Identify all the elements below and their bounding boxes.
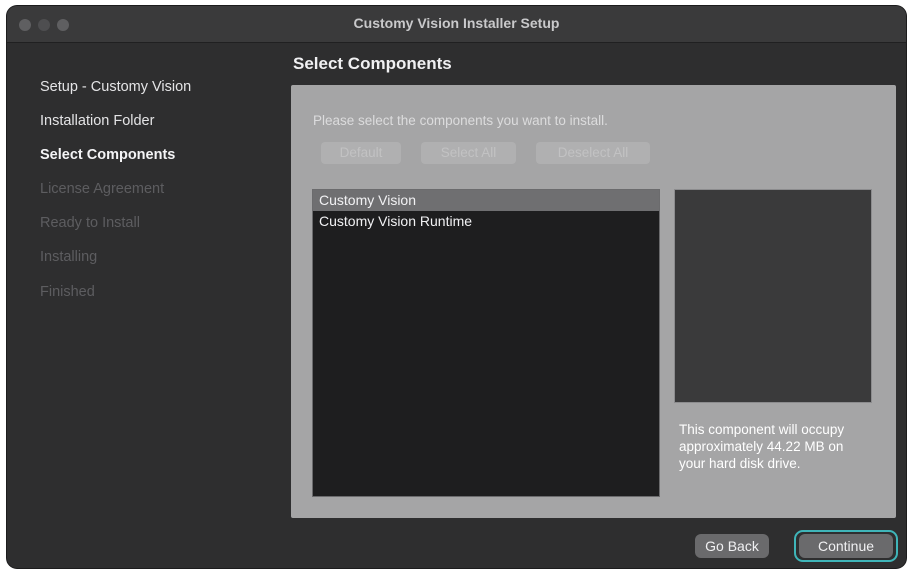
component-description-box xyxy=(674,189,872,403)
sidebar-item-installing: Installing xyxy=(40,249,98,265)
component-size-description: This component will occupy approximately… xyxy=(679,422,845,471)
sidebar-item-select-components: Select Components xyxy=(40,147,176,163)
sidebar-item-license-agreement: License Agreement xyxy=(40,181,165,197)
list-item[interactable]: Customy Vision xyxy=(313,190,659,211)
steps-sidebar: Setup - Customy Vision Installation Fold… xyxy=(7,43,289,568)
go-back-button[interactable]: Go Back xyxy=(695,534,769,558)
title-bar[interactable]: Customy Vision Installer Setup xyxy=(7,6,906,43)
page-title: Select Components xyxy=(293,54,452,73)
components-panel: Please select the components you want to… xyxy=(291,85,896,518)
list-item[interactable]: Customy Vision Runtime xyxy=(313,211,659,232)
sidebar-item-ready-to-install: Ready to Install xyxy=(40,215,140,231)
installer-window: Customy Vision Installer Setup Setup - C… xyxy=(7,6,906,568)
window-title: Customy Vision Installer Setup xyxy=(353,15,560,31)
continue-button[interactable]: Continue xyxy=(799,534,893,558)
sidebar-item-finished: Finished xyxy=(40,284,95,300)
default-button[interactable]: Default xyxy=(321,142,401,164)
deselect-all-button[interactable]: Deselect All xyxy=(536,142,650,164)
sidebar-item-installation-folder: Installation Folder xyxy=(40,113,155,129)
select-all-button[interactable]: Select All xyxy=(421,142,516,164)
sidebar-item-setup: Setup - Customy Vision xyxy=(40,79,192,95)
components-list[interactable]: Customy Vision Customy Vision Runtime xyxy=(312,189,660,497)
instructions-text: Please select the components you want to… xyxy=(313,113,608,128)
